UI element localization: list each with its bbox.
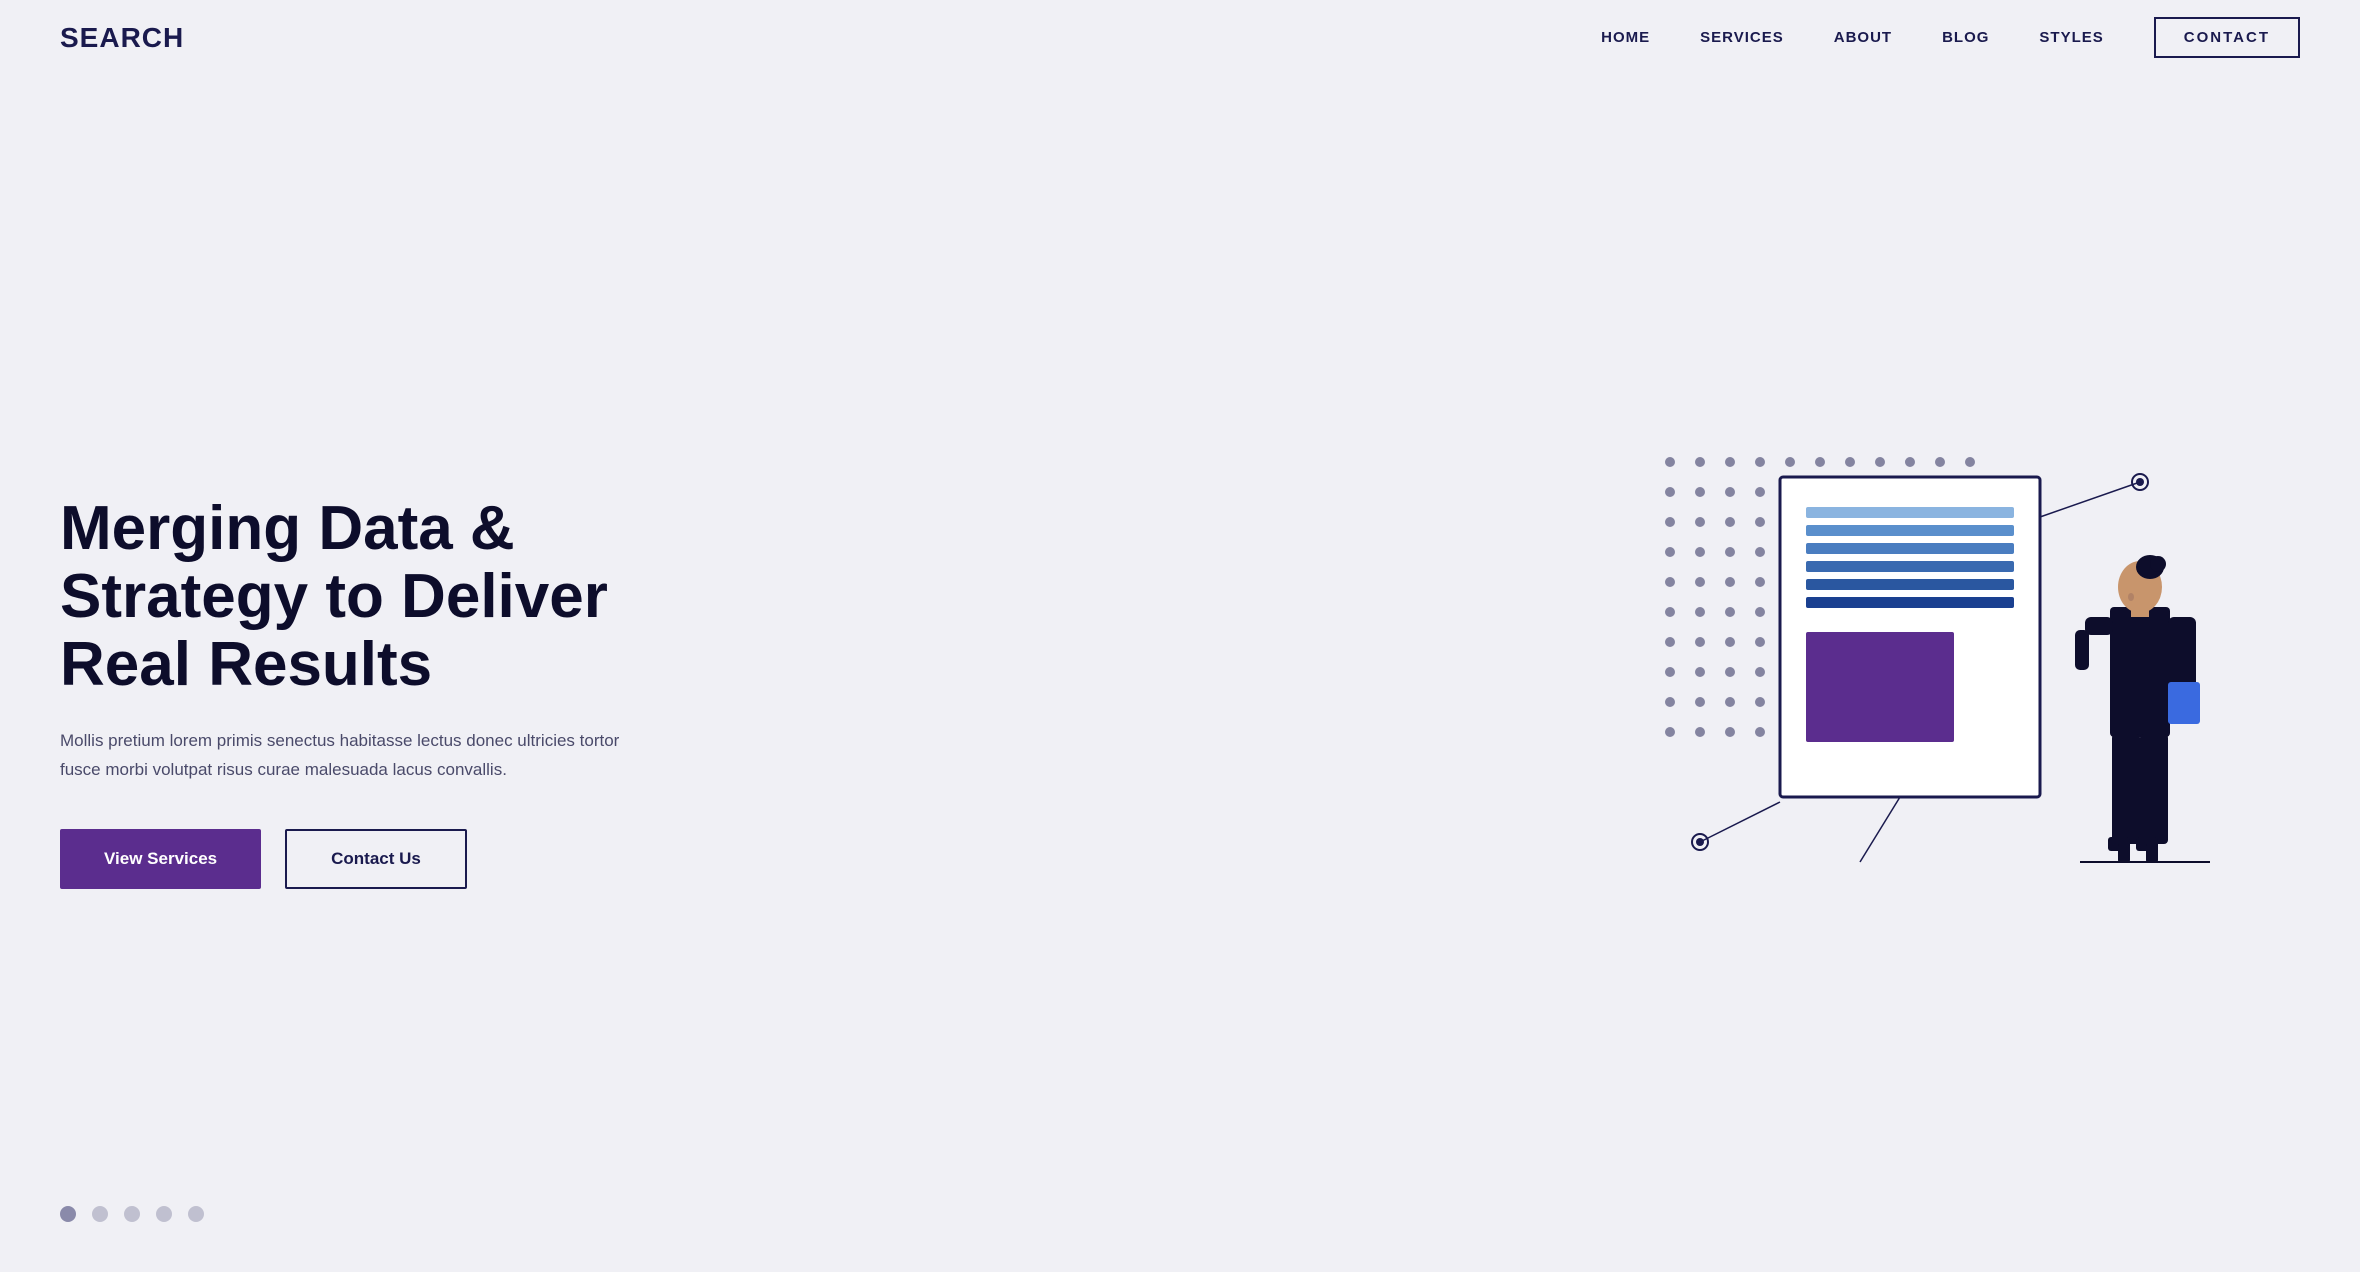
- view-services-button[interactable]: View Services: [60, 829, 261, 889]
- navbar: SEARCH HOME SERVICES ABOUT BLOG STYLES C…: [0, 0, 2360, 76]
- hero-buttons: View Services Contact Us: [60, 829, 680, 889]
- pagination-dot-5[interactable]: [188, 1206, 204, 1222]
- nav-contact[interactable]: CONTACT: [2154, 17, 2300, 58]
- pagination-dot-4[interactable]: [156, 1206, 172, 1222]
- pagination-dot-1[interactable]: [60, 1206, 76, 1222]
- hero-description: Mollis pretium lorem primis senectus hab…: [60, 727, 620, 785]
- pagination-dot-3[interactable]: [124, 1206, 140, 1222]
- nav-links: HOME SERVICES ABOUT BLOG STYLES CONTACT: [1601, 29, 2300, 47]
- hero-illustration-svg: [1620, 422, 2300, 942]
- hero-title: Merging Data & Strategy to Deliver Real …: [60, 495, 680, 700]
- hero-content: Merging Data & Strategy to Deliver Real …: [60, 475, 680, 889]
- nav-styles[interactable]: STYLES: [2039, 29, 2103, 46]
- nav-home[interactable]: HOME: [1601, 29, 1650, 46]
- pagination-dot-2[interactable]: [92, 1206, 108, 1222]
- brand-logo[interactable]: SEARCH: [60, 22, 184, 54]
- nav-about[interactable]: ABOUT: [1834, 29, 1892, 46]
- pagination-dots: [0, 1176, 264, 1252]
- hero-illustration: [1620, 422, 2300, 942]
- contact-us-button[interactable]: Contact Us: [285, 829, 467, 889]
- nav-blog[interactable]: BLOG: [1942, 29, 1989, 46]
- hero-section: Merging Data & Strategy to Deliver Real …: [0, 76, 2360, 1268]
- nav-services[interactable]: SERVICES: [1700, 29, 1784, 46]
